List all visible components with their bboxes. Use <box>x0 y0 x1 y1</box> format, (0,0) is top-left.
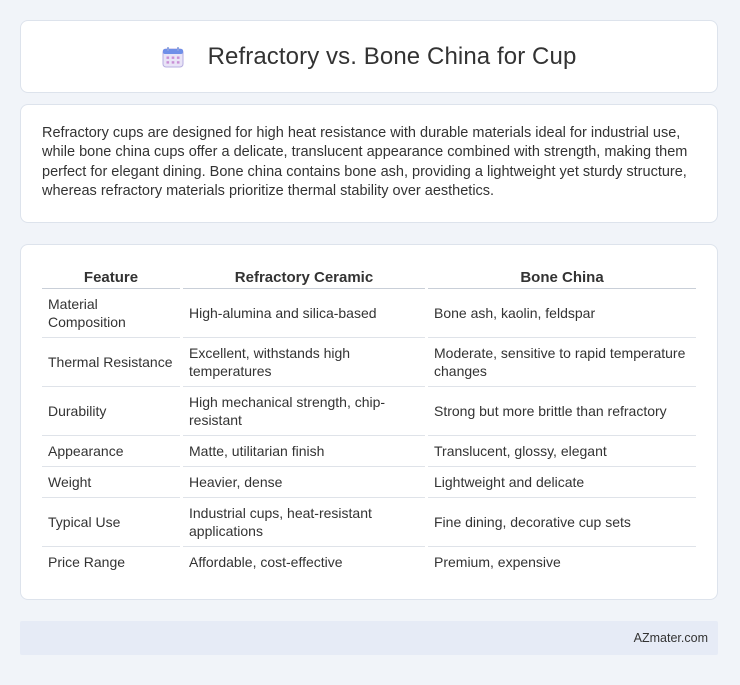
cell-bone-china: Moderate, sensitive to rapid temperature… <box>428 338 696 387</box>
cell-feature: Typical Use <box>42 498 180 547</box>
cell-refractory: Matte, utilitarian finish <box>183 436 425 467</box>
cell-feature: Appearance <box>42 436 180 467</box>
cell-bone-china: Fine dining, decorative cup sets <box>428 498 696 547</box>
cell-refractory: Excellent, withstands high temperatures <box>183 338 425 387</box>
cell-refractory: Affordable, cost-effective <box>189 554 343 570</box>
title-card: Refractory vs. Bone China for Cup <box>20 20 718 93</box>
column-header-feature: Feature <box>42 263 180 289</box>
cell-bone-china: Premium, expensive <box>434 554 561 570</box>
column-header-bone-china: Bone China <box>428 263 696 289</box>
cell-feature: Durability <box>42 387 180 436</box>
comparison-table: Feature Refractory Ceramic Bone China Ma… <box>39 263 699 577</box>
table-row: Material Composition High-alumina and si… <box>42 289 696 338</box>
intro-paragraph: Refractory cups are designed for high he… <box>42 125 688 200</box>
cell-bone-china: Translucent, glossy, elegant <box>428 436 696 467</box>
table-row: Thermal Resistance Excellent, withstands… <box>42 338 696 387</box>
page-title: Refractory vs. Bone China for Cup <box>207 42 577 70</box>
table-row: Durability High mechanical strength, chi… <box>42 387 696 436</box>
table-header-row: Feature Refractory Ceramic Bone China <box>42 263 696 289</box>
cell-refractory: High mechanical strength, chip-resistant <box>183 387 425 436</box>
calendar-icon <box>162 46 184 68</box>
footer-bar: AZmater.com <box>20 621 718 655</box>
table-row: Appearance Matte, utilitarian finish Tra… <box>42 436 696 467</box>
cell-feature: Price Range <box>48 554 126 570</box>
footer-site-name: AZmater.com <box>633 631 708 645</box>
cell-feature: Weight <box>42 467 180 498</box>
cell-feature: Thermal Resistance <box>42 338 180 387</box>
cell-bone-china: Bone ash, kaolin, feldspar <box>428 289 696 338</box>
cell-refractory: High-alumina and silica-based <box>183 289 425 338</box>
cell-bone-china: Strong but more brittle than refractory <box>428 387 696 436</box>
table-row: Price Range Affordable, cost-effective P… <box>42 547 696 577</box>
comparison-table-card: Feature Refractory Ceramic Bone China Ma… <box>20 244 718 600</box>
cell-bone-china: Lightweight and delicate <box>428 467 696 498</box>
column-header-refractory: Refractory Ceramic <box>183 263 425 289</box>
cell-refractory: Heavier, dense <box>183 467 425 498</box>
table-row: Weight Heavier, dense Lightweight and de… <box>42 467 696 498</box>
intro-card: Refractory cups are designed for high he… <box>20 104 718 223</box>
cell-feature: Material Composition <box>42 289 180 338</box>
cell-refractory: Industrial cups, heat-resistant applicat… <box>183 498 425 547</box>
table-row: Typical Use Industrial cups, heat-resist… <box>42 498 696 547</box>
